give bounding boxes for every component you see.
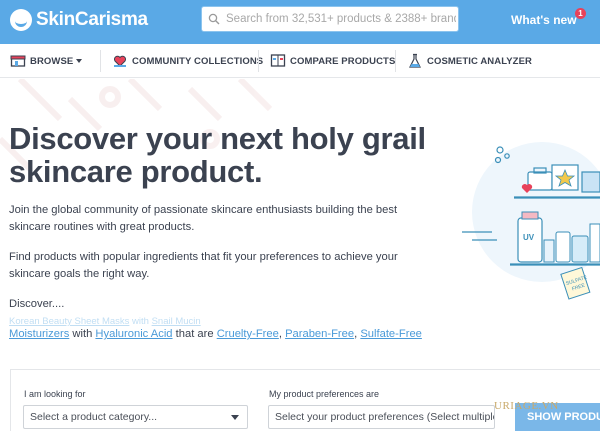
watermark-text: URIAGE.VN [494,400,559,412]
discover-rotating-current: Moisturizers with Hyaluronic Acid that a… [9,328,422,340]
chevron-down-icon [231,415,239,420]
discover-rotating-previous: Korean Beauty Sheet Masks with Snail Muc… [9,316,201,327]
nav-compare-label: COMPARE PRODUCTS [290,55,396,67]
flask-icon [409,53,421,68]
link-sulfate-free[interactable]: Sulfate-Free [360,328,422,340]
hero-paragraph-community: Join the global community of passionate … [9,204,398,233]
chevron-down-icon [76,59,83,63]
compare-icon [270,54,286,67]
nav-community-label: COMMUNITY COLLECTIONS [132,55,264,67]
preferences-label: My product preferences are [269,389,380,399]
nav-divider [100,50,101,72]
brand-name: SkinCarisma [36,9,148,30]
hero-paragraph-ingredients: Find products with popular ingredients t… [9,251,398,280]
category-select[interactable]: Select a product category... [23,405,248,429]
search-icon [208,13,220,25]
main-nav: BROWSE COMMUNITY COLLECTIONS COMPARE PRO… [0,44,600,78]
brand-logo[interactable]: SkinCarisma [10,9,148,31]
collection-heart-icon [113,55,127,67]
preferences-select-value: Select your product preferences (Select … [275,411,495,423]
nav-cosmetic-analyzer[interactable]: COSMETIC ANALYZER [407,44,532,78]
text-that-are: that are [172,328,217,340]
whats-new-link[interactable]: What's new [511,13,577,27]
nav-browse-label: BROWSE [30,55,74,67]
nav-compare-products[interactable]: COMPARE PRODUCTS [270,44,395,78]
category-select-value: Select a product category... [30,411,158,423]
store-icon [10,55,26,67]
link-paraben-free[interactable]: Paraben-Free [285,328,354,340]
text-with: with [69,328,96,340]
nav-divider [395,50,396,72]
hero-title: Discover your next holy grail skincare p… [9,121,426,189]
svg-text:UV: UV [523,233,535,242]
search-box[interactable] [201,6,459,32]
link-cruelty-free[interactable]: Cruelty-Free [217,328,279,340]
nav-browse[interactable]: BROWSE [10,44,83,78]
top-header: SkinCarisma What's new 1 [0,0,600,44]
nav-community-collections[interactable]: COMMUNITY COLLECTIONS [112,44,263,78]
smile-logo-icon [10,9,32,31]
link-hyaluronic-acid[interactable]: Hyaluronic Acid [95,328,172,340]
search-input[interactable] [226,13,456,25]
looking-for-label: I am looking for [24,389,86,399]
link-moisturizers[interactable]: Moisturizers [9,328,69,340]
preferences-select[interactable]: Select your product preferences (Select … [268,405,495,429]
nav-divider [258,50,259,72]
faded-link-sheet-masks[interactable]: Korean Beauty Sheet Masks [9,316,129,327]
faded-link-snail-mucin[interactable]: Snail Mucin [152,316,201,327]
discover-label: Discover.... [9,298,65,310]
faded-with: with [129,316,152,327]
notification-badge: 1 [575,8,586,19]
nav-analyzer-label: COSMETIC ANALYZER [427,55,532,67]
